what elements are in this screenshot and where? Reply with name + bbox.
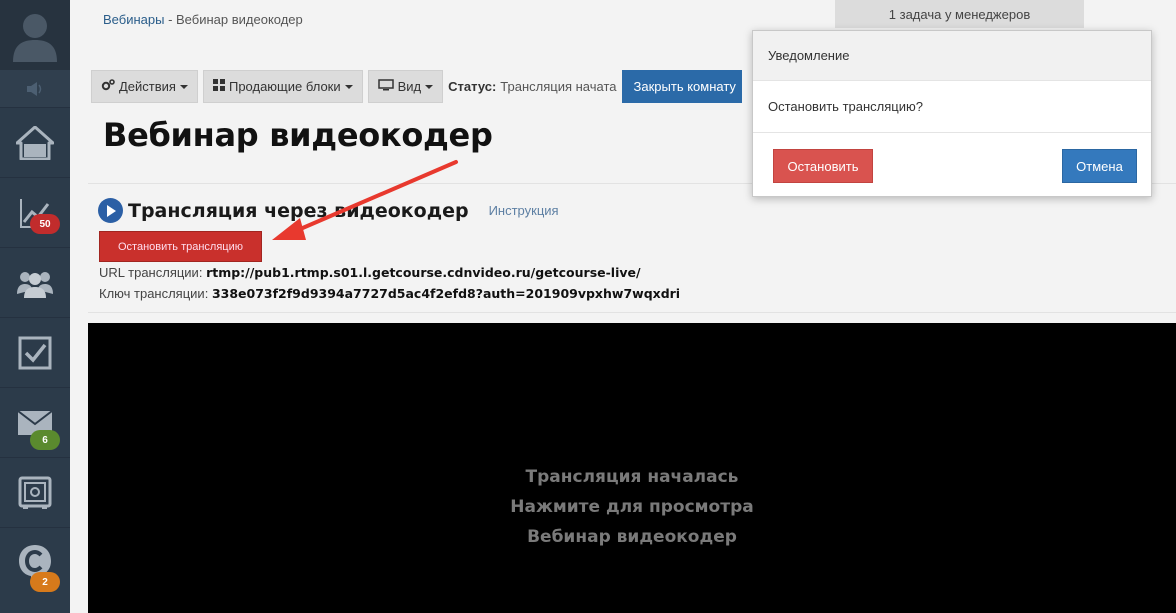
modal-message: Остановить трансляцию? — [753, 81, 1151, 133]
page-title: Вебинар видеокодер — [103, 116, 493, 154]
chevron-down-icon — [179, 84, 188, 89]
sidebar-item-mail[interactable]: 6 — [0, 388, 70, 458]
instruction-link[interactable]: Инструкция — [489, 203, 559, 218]
video-player[interactable]: Трансляция началась Нажмите для просмотр… — [88, 323, 1176, 613]
video-status-text: Трансляция началась — [525, 467, 739, 487]
actions-dropdown-button[interactable]: Действия — [91, 70, 198, 103]
breadcrumb-webinars-link[interactable]: Вебинары — [103, 12, 164, 27]
chevron-down-icon — [425, 84, 434, 89]
breadcrumb-current: Вебинар видеокодер — [176, 12, 303, 27]
users-icon — [17, 271, 53, 298]
status-value: Трансляция начата — [500, 79, 617, 94]
video-webinar-name: Вебинар видеокодер — [527, 527, 737, 547]
stop-stream-button[interactable]: Остановить трансляцию — [99, 231, 262, 262]
stream-url-label: URL трансляции: — [99, 265, 203, 280]
view-label: Вид — [397, 79, 422, 94]
stream-url-value: rtmp://pub1.rtmp.s01.l.getcourse.cdnvide… — [206, 265, 641, 280]
stream-key-label: Ключ трансляции: — [99, 286, 209, 301]
manager-tasks-notice[interactable]: 1 задача у менеджеров — [835, 0, 1084, 28]
grid-icon — [212, 79, 225, 94]
modal-stop-button[interactable]: Остановить — [773, 149, 873, 183]
sidebar-item-users[interactable] — [0, 248, 70, 318]
stream-key-row: Ключ трансляции: 338e073f2f9d9394a7727d5… — [99, 286, 680, 301]
close-room-button[interactable]: Закрыть комнату — [621, 70, 742, 103]
gears-icon — [101, 79, 115, 94]
breadcrumb: Вебинары - Вебинар видеокодер — [103, 12, 303, 27]
selling-blocks-dropdown-button[interactable]: Продающие блоки — [202, 70, 363, 103]
sidebar-item-stats[interactable]: 50 — [0, 178, 70, 248]
speaker-icon — [27, 81, 42, 96]
actions-label: Действия — [119, 79, 176, 94]
sidebar: 50 6 2 — [0, 0, 70, 613]
chat-badge: 2 — [30, 572, 60, 592]
sidebar-item-home[interactable] — [0, 108, 70, 178]
breadcrumb-separator: - — [164, 12, 177, 27]
stream-key-value: 338e073f2f9d9394a7727d5ac4f2efd8?auth=20… — [211, 286, 681, 301]
monitor-icon — [377, 79, 394, 94]
safe-icon — [18, 476, 52, 509]
stream-header: Трансляция через видеокодер Инструкция — [98, 198, 559, 223]
sidebar-item-chat[interactable]: 2 — [0, 528, 70, 598]
notification-modal: Уведомление Остановить трансляцию? Остан… — [752, 30, 1152, 197]
video-click-hint: Нажмите для просмотра — [510, 497, 754, 517]
stream-title: Трансляция через видеокодер — [128, 199, 469, 222]
sidebar-avatar[interactable] — [0, 0, 70, 70]
view-dropdown-button[interactable]: Вид — [367, 70, 444, 103]
chevron-down-icon — [344, 84, 353, 89]
play-icon — [98, 198, 123, 223]
mail-badge: 6 — [30, 430, 60, 450]
modal-title: Уведомление — [753, 31, 1151, 81]
stream-panel: Трансляция через видеокодер Инструкция О… — [88, 183, 1176, 313]
selling-blocks-label: Продающие блоки — [228, 79, 341, 94]
toolbar: Действия Продающие блоки Вид Статус: Тра… — [91, 70, 742, 103]
sidebar-item-finance[interactable] — [0, 458, 70, 528]
sidebar-item-tasks[interactable] — [0, 318, 70, 388]
modal-cancel-button[interactable]: Отмена — [1062, 149, 1137, 183]
status-label: Статус: — [448, 79, 497, 94]
stats-badge: 50 — [30, 214, 60, 234]
checkbox-icon — [18, 336, 52, 369]
stream-url-row: URL трансляции: rtmp://pub1.rtmp.s01.l.g… — [99, 265, 641, 280]
sidebar-sound[interactable] — [0, 70, 70, 108]
home-icon — [16, 125, 54, 160]
user-avatar-icon — [13, 14, 57, 62]
